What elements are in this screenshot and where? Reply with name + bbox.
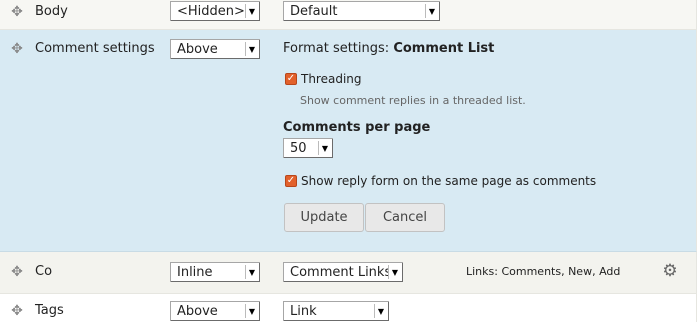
threading-checkbox[interactable]: ✓ bbox=[285, 73, 297, 85]
label-display-select[interactable]: <Hidden> ▼ bbox=[170, 1, 260, 21]
update-button[interactable]: Update bbox=[284, 203, 364, 232]
format-settings-title: Format settings: Comment List bbox=[283, 41, 495, 56]
chevron-down-icon: ▼ bbox=[245, 265, 258, 279]
drag-handle-icon[interactable]: ✥ bbox=[10, 5, 24, 19]
label-display-select[interactable]: Above ▼ bbox=[170, 39, 260, 59]
cancel-button[interactable]: Cancel bbox=[365, 203, 445, 232]
comments-per-page-label: Comments per page bbox=[283, 120, 431, 135]
format-select[interactable]: Comment Links ▼ bbox=[283, 262, 403, 282]
chevron-down-icon: ▼ bbox=[245, 42, 258, 56]
label-display-select[interactable]: Inline ▼ bbox=[170, 262, 260, 282]
drag-handle-icon[interactable]: ✥ bbox=[10, 265, 24, 279]
field-label-tags: Tags bbox=[35, 303, 64, 318]
gear-icon[interactable]: ⚙ bbox=[662, 263, 678, 280]
chevron-down-icon: ▼ bbox=[245, 4, 258, 18]
field-row-body: ✥ Body <Hidden> ▼ Default ▼ bbox=[0, 0, 697, 30]
format-select[interactable]: Link ▼ bbox=[283, 301, 389, 321]
threading-description: Show comment replies in a threaded list. bbox=[300, 94, 526, 107]
field-label-co: Co bbox=[35, 264, 53, 279]
label-display-select[interactable]: Above ▼ bbox=[170, 301, 260, 321]
drag-handle-icon[interactable]: ✥ bbox=[10, 304, 24, 318]
chevron-down-icon: ▼ bbox=[374, 304, 387, 318]
chevron-down-icon: ▼ bbox=[318, 141, 331, 155]
chevron-down-icon: ▼ bbox=[245, 304, 258, 318]
checkmark-icon: ✓ bbox=[286, 175, 296, 186]
reply-form-checkbox[interactable]: ✓ bbox=[285, 175, 297, 187]
comments-per-page-select[interactable]: 50 ▼ bbox=[283, 138, 333, 158]
chevron-down-icon: ▼ bbox=[425, 4, 438, 18]
threading-label: Threading bbox=[301, 72, 362, 86]
format-summary: Links: Comments, New, Add bbox=[466, 265, 621, 278]
reply-form-label: Show reply form on the same page as comm… bbox=[301, 174, 597, 188]
field-label-comment-settings: Comment settings bbox=[35, 41, 155, 56]
checkmark-icon: ✓ bbox=[286, 73, 296, 84]
format-select[interactable]: Default ▼ bbox=[283, 1, 440, 21]
field-label-body: Body bbox=[35, 4, 68, 19]
chevron-down-icon: ▼ bbox=[388, 265, 401, 279]
drag-handle-icon[interactable]: ✥ bbox=[10, 42, 24, 56]
